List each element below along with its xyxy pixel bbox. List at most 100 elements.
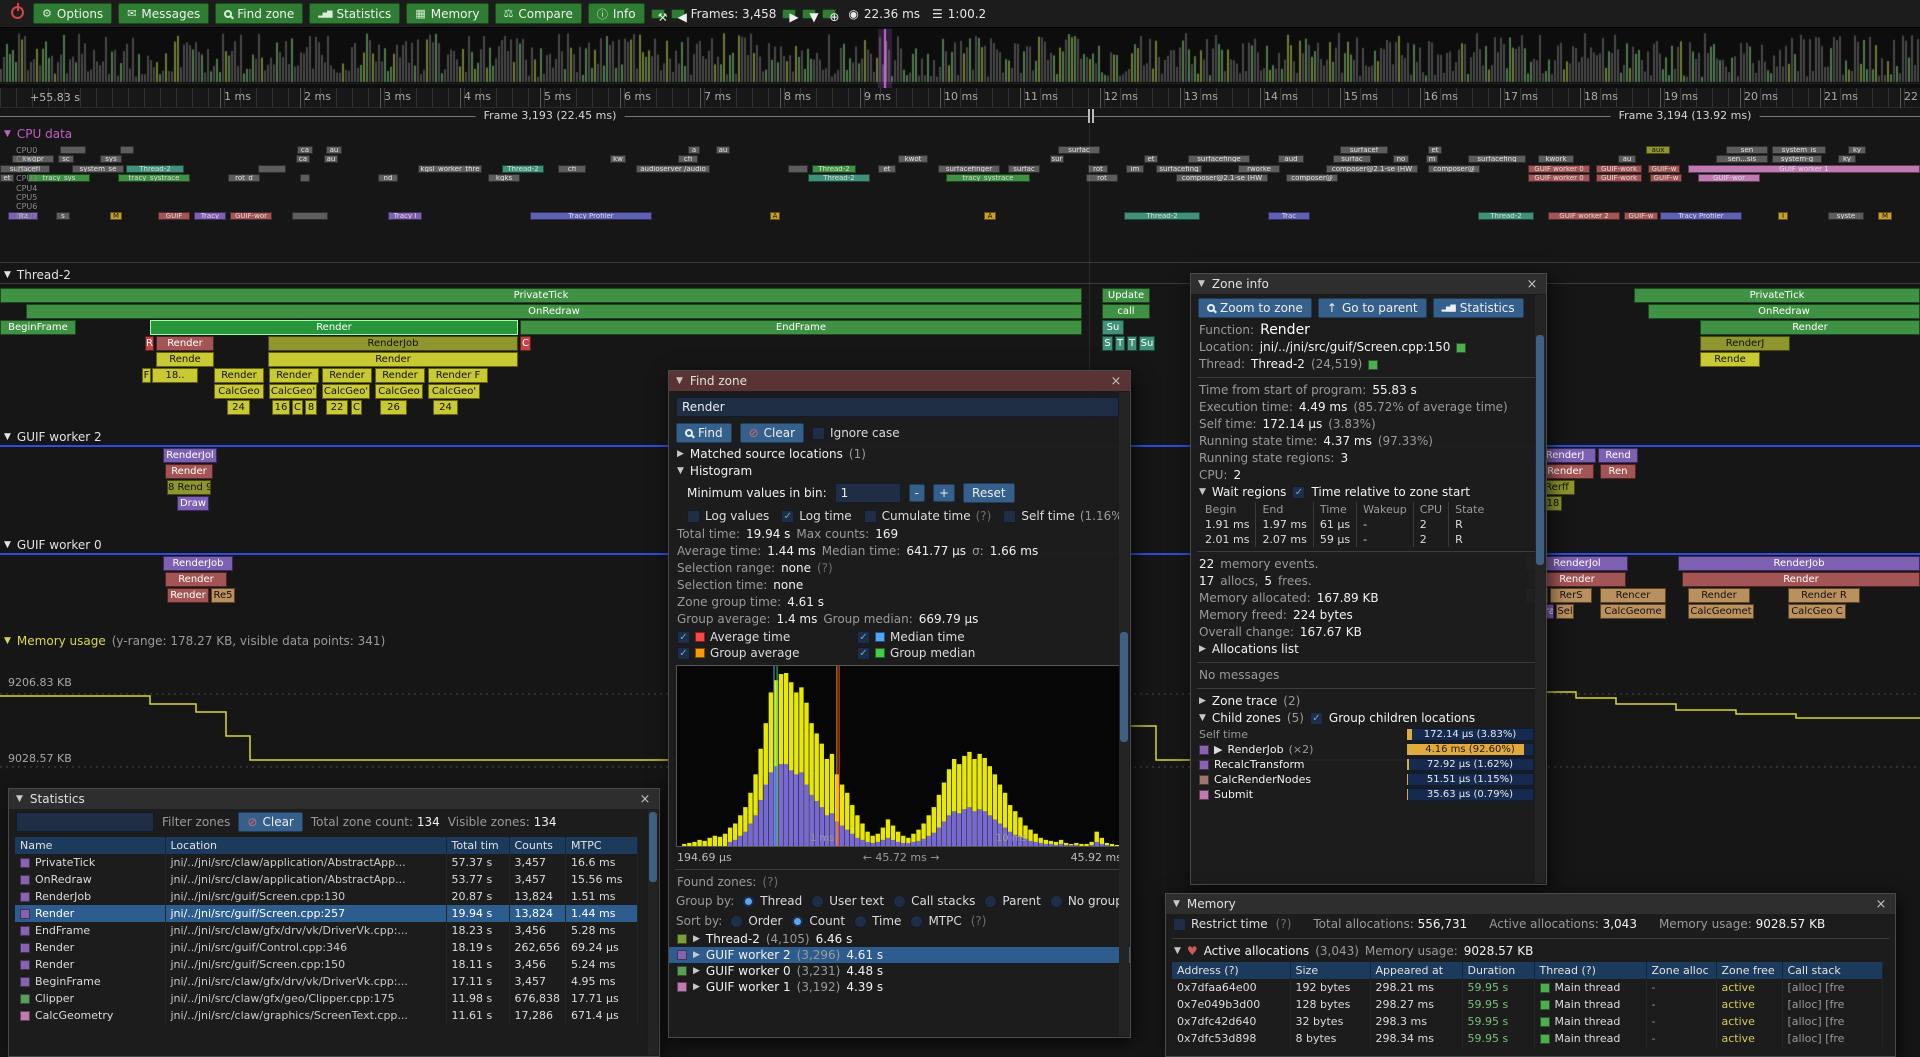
restrict-time-checkbox[interactable]: Restrict time <box>1173 917 1268 931</box>
zone[interactable]: Render <box>1688 588 1750 603</box>
column-header[interactable]: Thread (?) <box>1534 962 1646 979</box>
expander-icon[interactable]: ▼ <box>1174 944 1181 959</box>
column-header[interactable]: Zone free <box>1716 962 1782 979</box>
scrollbar[interactable] <box>648 810 658 1055</box>
go-to-parent-button[interactable]: ↑Go to parent <box>1318 298 1427 318</box>
zone[interactable]: Render <box>167 588 209 603</box>
column-header[interactable]: Total tim <box>446 837 509 854</box>
zone[interactable]: 18.. <box>152 368 198 383</box>
zoom-to-zone-button[interactable]: Zoom to zone <box>1198 298 1312 318</box>
column-header[interactable]: Appeared at <box>1370 962 1462 979</box>
zone[interactable]: 16 <box>272 400 290 415</box>
cpu-zone[interactable]: ky <box>1838 155 1856 163</box>
zone[interactable]: 24 <box>433 400 458 415</box>
clear-filter-button[interactable]: ⊘Clear <box>238 812 302 832</box>
zone[interactable]: BeginFrame <box>0 320 76 335</box>
close-button[interactable]: × <box>638 792 652 807</box>
table-row[interactable]: PrivateTickjni/../jni/src/claw/applicati… <box>15 854 638 871</box>
cpu-zone[interactable]: composer@2.1-se (HW <box>1326 165 1418 173</box>
self-time-checkbox[interactable]: Self time(1.16%) <box>1003 509 1127 523</box>
zone[interactable]: T <box>1127 336 1137 351</box>
column-header[interactable]: Call stack <box>1782 962 1882 979</box>
cpu-zone[interactable]: A <box>770 212 780 220</box>
zone[interactable]: Rend <box>1598 448 1638 463</box>
close-button[interactable]: × <box>1109 374 1123 389</box>
min-bin-increase-button[interactable]: + <box>933 484 955 502</box>
cpu-zone[interactable]: composer@ <box>1428 165 1480 173</box>
group-average-toggle[interactable]: ✓Group average <box>677 646 847 660</box>
checkbox[interactable]: ✓ <box>1310 712 1323 725</box>
cpu-zone[interactable]: nd <box>378 174 398 182</box>
call-stack[interactable]: [alloc] [fre <box>1782 1013 1882 1030</box>
cpu-zone[interactable]: kwot <box>898 155 928 163</box>
cpu-zone[interactable] <box>60 146 86 154</box>
zone[interactable]: EndFrame <box>520 320 1082 335</box>
cpu-zone[interactable]: au <box>716 146 730 154</box>
zone[interactable]: C <box>520 336 531 351</box>
zone[interactable]: F <box>142 368 151 383</box>
order-radio[interactable]: Order <box>730 914 782 928</box>
zone-info-titlebar[interactable]: ▼ Zone info × <box>1191 274 1546 294</box>
cpu-zone[interactable]: A <box>984 212 996 220</box>
expander-icon[interactable]: ▶ <box>693 950 700 960</box>
parent-radio[interactable]: Parent <box>984 894 1040 908</box>
scrollbar-thumb[interactable] <box>1120 632 1128 742</box>
cpu-zone[interactable]: sen <box>1726 146 1768 154</box>
cpu-zone[interactable]: composer@ <box>1286 174 1338 182</box>
expander-icon[interactable]: ▶ <box>1199 642 1206 657</box>
cpu-zone[interactable]: surfacefing <box>1468 155 1526 163</box>
collapse-button[interactable]: ▼ <box>16 794 23 804</box>
cpu-zone[interactable]: aux <box>1646 146 1670 154</box>
cpu-zone[interactable]: sur <box>1050 155 1064 163</box>
frame-minimap[interactable] <box>0 28 1920 88</box>
collapse-button[interactable]: ▼ <box>676 376 683 386</box>
cpu-zone[interactable]: syste <box>1828 212 1864 220</box>
ignore-case-checkbox[interactable]: Ignore case <box>812 426 900 440</box>
cpu-zone[interactable]: surfac <box>1008 165 1040 173</box>
cpu-zone[interactable]: system_se <box>72 165 124 173</box>
zone[interactable]: Render <box>269 368 319 383</box>
zone[interactable]: Render <box>322 368 372 383</box>
filter-zones-input[interactable] <box>16 812 154 832</box>
cpu-zone[interactable]: a <box>688 146 700 154</box>
frame-label[interactable]: Frame 3,193 (22.45 ms) <box>476 109 625 122</box>
zone[interactable]: OnRedraw <box>26 304 1082 319</box>
zone[interactable]: 22 <box>326 400 348 415</box>
group-median-toggle[interactable]: ✓Group median <box>857 646 1027 660</box>
frame-label[interactable]: Frame 3,194 (13.92 ms) <box>1611 109 1760 122</box>
zone[interactable]: Sel <box>1556 604 1574 619</box>
table-row[interactable]: BeginFramejni/../jni/src/claw/gfx/drv/vk… <box>15 973 638 990</box>
zone[interactable]: CalcGeo' <box>269 384 317 399</box>
options-button[interactable]: ⚙Options <box>33 3 112 24</box>
cpu-zone[interactable]: GUIF worker 0 <box>1528 165 1590 173</box>
average-time-toggle[interactable]: ✓Average time <box>677 630 847 644</box>
find-zone-search-input[interactable] <box>676 397 1119 417</box>
zone[interactable]: T <box>1115 336 1125 351</box>
child-zone-row[interactable]: Self time172.14 μs (3.83%) <box>1191 727 1546 742</box>
cpu-zone[interactable]: surfac <box>1058 146 1100 154</box>
child-zones-header[interactable]: ▼Child zones(5)✓Group children locations <box>1191 710 1546 727</box>
statistics-button[interactable]: ▂▅▇Statistics <box>309 3 400 24</box>
cpu-zone[interactable]: GUIF-work <box>1596 165 1642 173</box>
cpu-zone[interactable]: Thread-2 <box>126 165 184 173</box>
table-row[interactable]: Renderjni/../jni/src/guif/Screen.cpp:257… <box>15 905 638 922</box>
thread-header-guif-worker-0[interactable]: ▼ GUIF worker 0 <box>4 538 102 552</box>
cpu-zone[interactable]: rot <box>1088 165 1108 173</box>
expander-icon[interactable]: ▶ <box>1214 743 1222 756</box>
cpu-zone[interactable]: Thread-2 <box>808 174 870 182</box>
statistics-button[interactable]: ▂▅▇Statistics <box>1433 298 1524 318</box>
collapse-button[interactable]: ▼ <box>1173 899 1180 909</box>
memory-button[interactable]: ▦Memory <box>406 3 488 24</box>
cpu-zone[interactable]: sc <box>58 155 74 163</box>
zone[interactable]: Render <box>150 320 518 335</box>
column-header[interactable]: Zone alloc <box>1646 962 1716 979</box>
user-text-radio[interactable]: User text <box>811 894 884 908</box>
child-zone-row[interactable]: Submit35.63 μs (0.79%) <box>1191 787 1546 802</box>
expander-icon[interactable]: ▶ <box>693 982 700 992</box>
zone[interactable]: CalcGeomet <box>1688 604 1754 619</box>
cpu-zone[interactable]: cfi <box>558 165 586 173</box>
allocation-row[interactable]: 0x7e049b3d00128 bytes298.27 ms59.95 sMai… <box>1172 996 1882 1013</box>
expander-icon[interactable]: ▼ <box>1199 711 1206 726</box>
cpu-zone[interactable]: kwork <box>1538 155 1574 163</box>
column-header[interactable]: Address (?) <box>1172 962 1290 979</box>
